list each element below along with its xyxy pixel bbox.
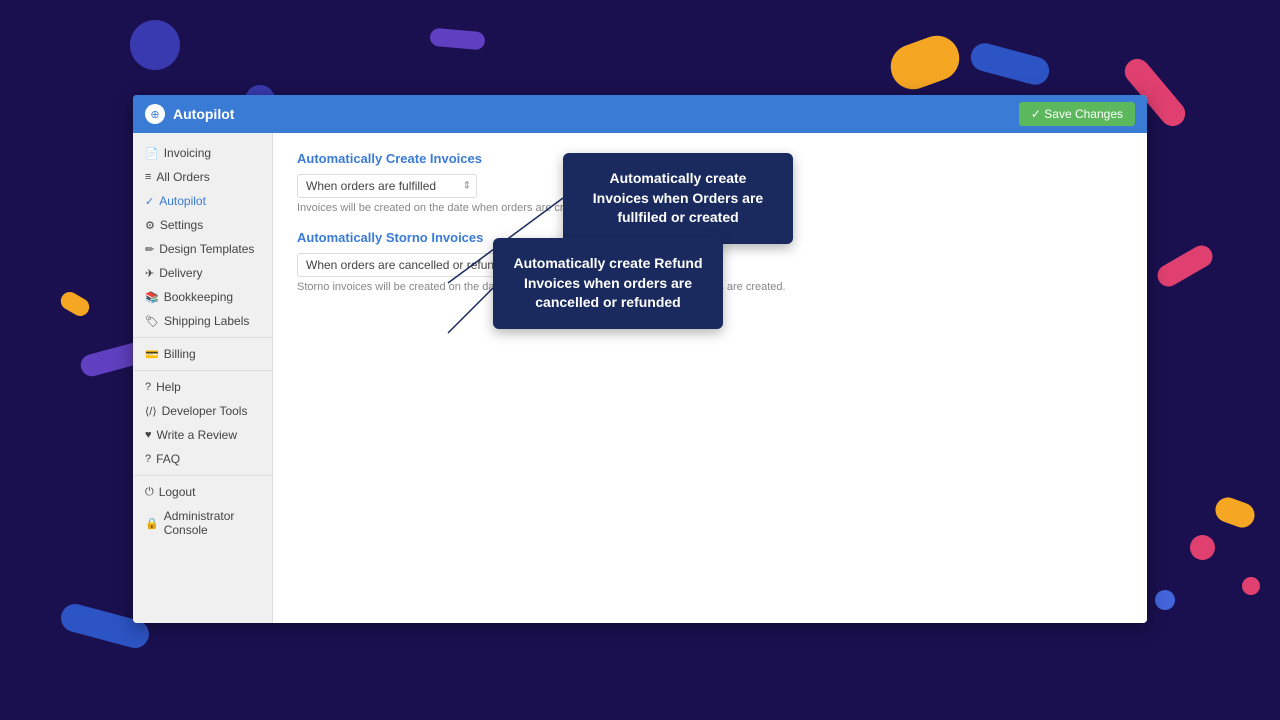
- save-changes-button[interactable]: ✓ Save Changes: [1019, 102, 1135, 126]
- app-logo: ⊕: [145, 104, 165, 124]
- lock-icon: 🔒: [145, 517, 159, 530]
- sidebar-item-shipping-labels[interactable]: 🏷 Shipping Labels: [133, 309, 272, 333]
- app-window: ⊕ Autopilot ✓ Save Changes 📄 Invoicing ≡…: [133, 95, 1147, 623]
- list-icon: ≡: [145, 171, 151, 183]
- app-header: ⊕ Autopilot ✓ Save Changes: [133, 95, 1147, 133]
- app-body: 📄 Invoicing ≡ All Orders ✓ Autopilot ⚙ S…: [133, 133, 1147, 623]
- heart-icon: ♥: [145, 429, 152, 441]
- header-left: ⊕ Autopilot: [145, 104, 234, 124]
- design-icon: ✏: [145, 243, 154, 256]
- auto-create-invoices-select[interactable]: When orders are fulfilled When orders ar…: [297, 174, 477, 198]
- sidebar-invoicing-section: 📄 Invoicing: [133, 141, 272, 165]
- sidebar-item-logout[interactable]: ⏻ Logout: [133, 480, 272, 504]
- sidebar-item-faq[interactable]: ? FAQ: [133, 447, 272, 471]
- tooltip-box-2: Automatically create Refund Invoices whe…: [493, 238, 723, 329]
- sidebar-item-bookkeeping[interactable]: 📚 Bookkeeping: [133, 285, 272, 309]
- logout-icon: ⏻: [145, 486, 154, 499]
- sidebar-item-write-review[interactable]: ♥ Write a Review: [133, 423, 272, 447]
- delivery-icon: ✈: [145, 267, 154, 280]
- sidebar-item-all-orders[interactable]: ≡ All Orders: [133, 165, 272, 189]
- sidebar-item-developer-tools[interactable]: ⟨/⟩ Developer Tools: [133, 399, 272, 423]
- sidebar-billing-section: 💳 Billing: [133, 342, 272, 366]
- sidebar-settings-section: ⚙ Settings: [133, 213, 272, 237]
- app-title: Autopilot: [173, 106, 234, 122]
- sidebar-item-autopilot[interactable]: ✓ Autopilot: [133, 189, 272, 213]
- sidebar-item-design-templates[interactable]: ✏ Design Templates: [133, 237, 272, 261]
- sidebar: 📄 Invoicing ≡ All Orders ✓ Autopilot ⚙ S…: [133, 133, 273, 623]
- sidebar-item-admin-console[interactable]: 🔒 Administrator Console: [133, 504, 272, 542]
- sidebar-divider-3: [133, 475, 272, 476]
- code-icon: ⟨/⟩: [145, 405, 157, 418]
- bookkeeping-icon: 📚: [145, 291, 159, 304]
- sidebar-divider-1: [133, 337, 272, 338]
- question-icon: ?: [145, 453, 151, 465]
- tooltip-box-1: Automatically create Invoices when Order…: [563, 153, 793, 244]
- tag-icon: 🏷: [145, 315, 159, 328]
- auto-create-invoices-select-wrapper: When orders are fulfilled When orders ar…: [297, 174, 477, 198]
- sidebar-divider-2: [133, 370, 272, 371]
- sidebar-help-section: ? Help: [133, 375, 272, 399]
- autopilot-icon: ✓: [145, 195, 154, 208]
- main-content: Automatically Create Invoices When order…: [273, 133, 1147, 623]
- sidebar-item-delivery[interactable]: ✈ Delivery: [133, 261, 272, 285]
